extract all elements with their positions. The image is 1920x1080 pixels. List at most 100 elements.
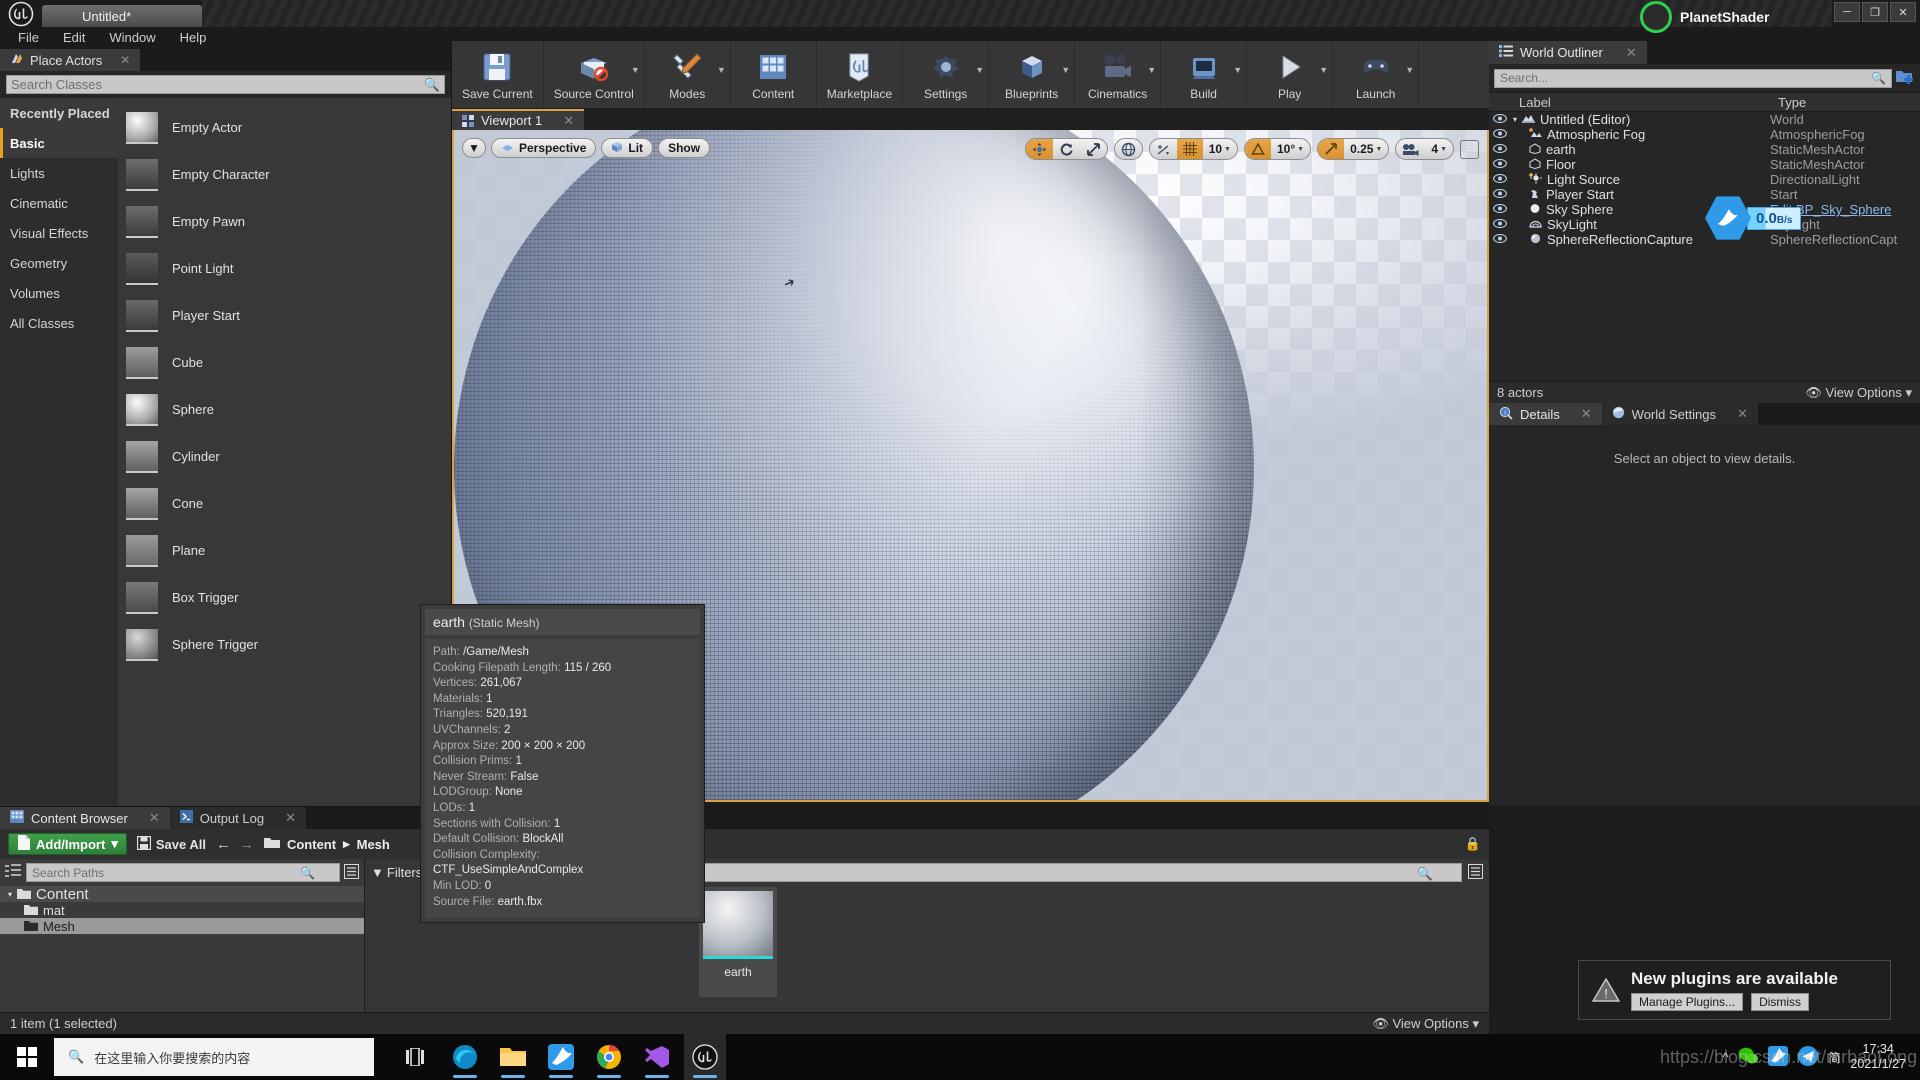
place-actors-item[interactable]: Sphere xyxy=(118,386,451,433)
close-icon[interactable]: ✕ xyxy=(149,810,160,826)
lock-icon[interactable]: 🔒 xyxy=(1465,836,1481,852)
taskbar-clock[interactable]: 17:34 2021/1/27 xyxy=(1850,1042,1906,1072)
outliner-search-input[interactable]: Search... 🔍 xyxy=(1494,68,1892,88)
scale-snap-value[interactable]: 0.25 ▼ xyxy=(1344,139,1388,159)
place-actors-category-basic[interactable]: Basic xyxy=(0,128,118,158)
edge-icon[interactable] xyxy=(444,1034,486,1080)
ime-indicator[interactable]: 简 xyxy=(1828,1049,1840,1066)
toolbar-play-button[interactable]: Play ▼ xyxy=(1247,41,1334,108)
close-icon[interactable]: ✕ xyxy=(1626,45,1637,61)
visibility-eye-icon[interactable] xyxy=(1489,113,1511,126)
place-actors-category-cinematic[interactable]: Cinematic xyxy=(0,188,118,218)
toolbar-modes-button[interactable]: Modes ▼ xyxy=(645,41,731,108)
place-actors-category-lights[interactable]: Lights xyxy=(0,158,118,188)
surface-snap-button[interactable] xyxy=(1150,139,1177,159)
place-actors-category-volumes[interactable]: Volumes xyxy=(0,278,118,308)
chrome-icon[interactable] xyxy=(588,1034,630,1080)
tab-details[interactable]: i Details ✕ xyxy=(1489,403,1602,425)
toolbar-launch-button[interactable]: Launch ▼ xyxy=(1333,41,1420,108)
place-actors-item[interactable]: Empty Actor xyxy=(118,104,451,151)
outliner-row[interactable]: earth StaticMeshActor xyxy=(1489,142,1920,157)
asset-view-options-icon[interactable] xyxy=(1468,863,1483,882)
chevron-down-icon[interactable]: ▼ xyxy=(1147,65,1156,75)
close-button[interactable]: ✕ xyxy=(1890,2,1916,22)
place-actors-item[interactable]: Cylinder xyxy=(118,433,451,480)
taskbar-search-input[interactable]: 🔍 在这里输入你要搜索的内容 xyxy=(54,1038,374,1076)
place-actors-item[interactable]: Plane xyxy=(118,527,451,574)
filters-button[interactable]: ▼ Filters xyxy=(371,865,422,880)
expand-arrow-icon[interactable]: ▾ xyxy=(1513,115,1517,124)
place-actors-category-recently-placed[interactable]: Recently Placed xyxy=(0,98,118,128)
tab-output-log[interactable]: Output Log ✕ xyxy=(169,807,306,829)
chevron-down-icon[interactable]: ▼ xyxy=(1405,65,1414,75)
project-tab[interactable]: Untitled* xyxy=(42,5,202,27)
column-header-label[interactable]: Label xyxy=(1511,95,1770,110)
chevron-up-icon[interactable]: ^ xyxy=(1723,1050,1729,1064)
chevron-down-icon[interactable]: ▼ xyxy=(631,65,640,75)
unreal-engine-icon[interactable] xyxy=(684,1034,726,1080)
translate-mode-button[interactable] xyxy=(1025,139,1053,159)
menu-item-file[interactable]: File xyxy=(6,27,51,49)
place-actors-item[interactable]: Empty Character xyxy=(118,151,451,198)
place-actors-item[interactable]: Point Light xyxy=(118,245,451,292)
view-mode-lit-button[interactable]: Lit xyxy=(601,138,654,158)
menu-item-help[interactable]: Help xyxy=(168,27,219,49)
visibility-eye-icon[interactable] xyxy=(1489,233,1511,246)
place-actors-item[interactable]: Player Start xyxy=(118,292,451,339)
visibility-eye-icon[interactable] xyxy=(1489,143,1511,156)
expand-arrow-icon[interactable]: ▾ xyxy=(8,890,12,899)
close-icon[interactable]: ✕ xyxy=(120,53,130,67)
place-actors-item[interactable]: Cone xyxy=(118,480,451,527)
content-browser-view-options-button[interactable]: 👁 View Options ▾ xyxy=(1372,1016,1479,1032)
toolbar-content-button[interactable]: Content xyxy=(731,41,817,108)
visibility-eye-icon[interactable] xyxy=(1489,218,1511,231)
collapse-tree-icon[interactable] xyxy=(5,864,22,881)
outliner-row[interactable]: Atmospheric Fog AtmosphericFog xyxy=(1489,127,1920,142)
tab-world-outliner[interactable]: World Outliner ✕ xyxy=(1489,41,1647,64)
toolbar-cinematics-button[interactable]: Cinematics ▼ xyxy=(1075,41,1162,108)
folder-tree-node-mat[interactable]: mat xyxy=(0,902,364,918)
scale-snap-toggle[interactable] xyxy=(1318,139,1345,159)
grid-snap-toggle[interactable] xyxy=(1176,139,1203,159)
chevron-down-icon[interactable]: ▼ xyxy=(1061,65,1070,75)
show-menu-button[interactable]: Show xyxy=(658,138,711,158)
breadcrumb-mesh[interactable]: Mesh xyxy=(357,837,390,852)
task-view-icon[interactable] xyxy=(396,1034,438,1080)
breadcrumb-content[interactable]: Content xyxy=(287,837,336,852)
asset-card-earth[interactable]: earth xyxy=(699,887,777,997)
visibility-eye-icon[interactable] xyxy=(1489,173,1511,186)
close-icon[interactable]: ✕ xyxy=(1581,406,1592,422)
visual-studio-icon[interactable] xyxy=(636,1034,678,1080)
close-icon[interactable]: ✕ xyxy=(285,810,296,826)
outliner-view-options-button[interactable]: 👁 View Options ▾ xyxy=(1805,385,1912,401)
start-button[interactable] xyxy=(0,1034,54,1080)
column-header-type[interactable]: Type xyxy=(1770,95,1920,110)
chevron-down-icon[interactable]: ▼ xyxy=(975,65,984,75)
visibility-eye-icon[interactable] xyxy=(1489,188,1511,201)
menu-item-window[interactable]: Window xyxy=(97,27,167,49)
manage-plugins-button[interactable]: Manage Plugins... xyxy=(1631,993,1744,1011)
folder-tree-node-mesh[interactable]: Mesh xyxy=(0,918,364,934)
search-classes-input[interactable]: Search Classes 🔍 xyxy=(6,75,445,94)
forward-arrow-icon[interactable]: → xyxy=(239,836,254,853)
close-icon[interactable]: ✕ xyxy=(1737,406,1748,422)
telegram-icon[interactable] xyxy=(1798,1045,1819,1069)
wechat-icon[interactable] xyxy=(1738,1047,1759,1068)
outliner-row[interactable]: ▾ Untitled (Editor) World xyxy=(1489,112,1920,127)
place-actors-item[interactable]: Cube xyxy=(118,339,451,386)
world-space-toggle[interactable] xyxy=(1113,138,1143,160)
grid-snap-value[interactable]: 10 ▼ xyxy=(1203,139,1237,159)
visibility-eye-icon[interactable] xyxy=(1489,158,1511,171)
toolbar-blueprints-button[interactable]: Blueprints ▼ xyxy=(989,41,1076,108)
add-import-button[interactable]: Add/Import ▾ xyxy=(8,833,127,855)
rotation-snap-value[interactable]: 10° ▼ xyxy=(1271,139,1310,159)
title-drag-area[interactable] xyxy=(202,0,1832,27)
path-view-options-icon[interactable] xyxy=(344,863,359,882)
tab-world-settings[interactable]: World Settings ✕ xyxy=(1601,403,1758,425)
chevron-down-icon[interactable]: ▼ xyxy=(1233,65,1242,75)
visibility-eye-icon[interactable] xyxy=(1489,203,1511,216)
toolbar-save-current-button[interactable]: Save Current xyxy=(452,41,544,108)
save-all-button[interactable]: Save All xyxy=(136,835,206,853)
add-folder-icon[interactable] xyxy=(1896,68,1915,88)
maximize-viewport-button[interactable]: ☷ xyxy=(1460,139,1479,159)
